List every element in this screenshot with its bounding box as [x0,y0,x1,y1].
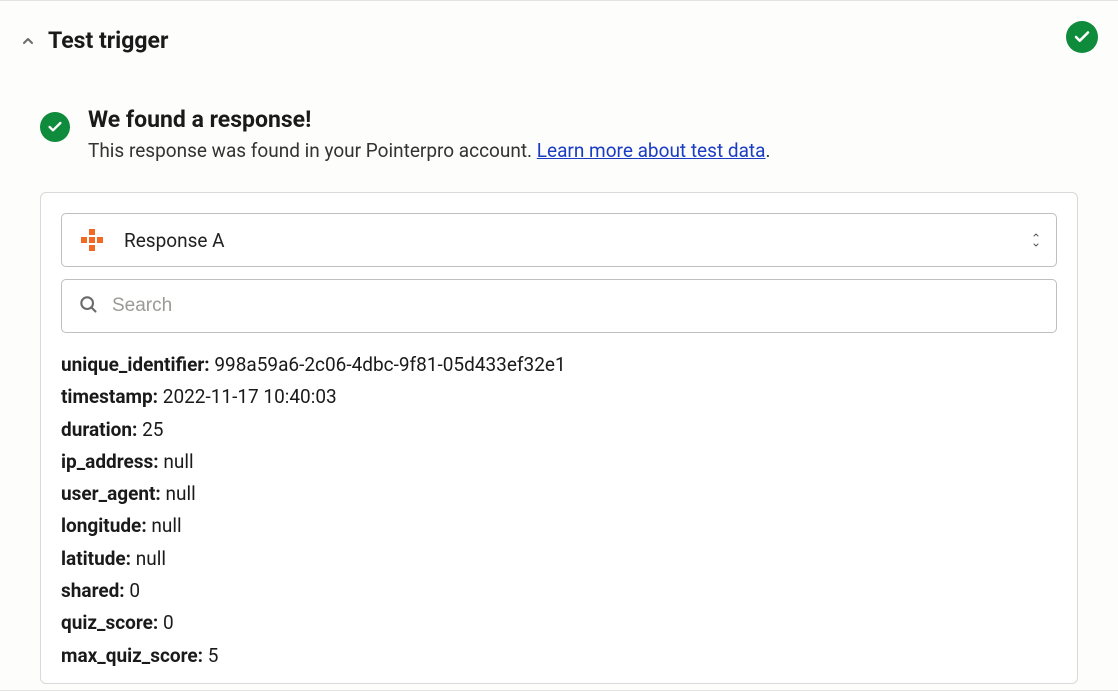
search-icon [78,294,98,318]
kv-row: custom_score: null [61,672,1033,679]
kv-row: timestamp: 2022-11-17 10:40:03 [61,381,1033,413]
kv-row: user_agent: null [61,478,1033,510]
kv-key: user_agent: [61,482,166,505]
collapse-icon[interactable] [20,33,36,49]
kv-value: null [151,514,181,537]
response-found-block: We found a response! This response was f… [40,106,1098,162]
kv-value: 998a59a6-2c06-4dbc-9f81-05d433ef32e1 [214,353,565,376]
kv-value: null [136,547,166,570]
kv-key: timestamp: [61,385,163,408]
test-trigger-panel: Test trigger We found a response! This r… [0,0,1118,691]
kv-row: unique_identifier: 998a59a6-2c06-4dbc-9f… [61,349,1033,381]
kv-value: 5 [208,644,219,667]
kv-key: quiz_score: [61,611,163,634]
kv-row: duration: 25 [61,414,1033,446]
kv-value: 25 [142,418,163,441]
kv-key: duration: [61,418,142,441]
kv-value: null [166,482,196,505]
kv-value: null [191,676,221,679]
kv-key: unique_identifier: [61,353,214,376]
pointerpro-icon [78,226,106,254]
selected-response-label: Response A [124,229,225,252]
response-data-list[interactable]: unique_identifier: 998a59a6-2c06-4dbc-9f… [61,349,1057,679]
kv-row: quiz_score: 0 [61,607,1033,639]
response-selector[interactable]: Response A [61,213,1057,267]
search-box[interactable] [61,279,1057,333]
updown-icon [1030,231,1042,249]
kv-row: max_quiz_score: 5 [61,640,1033,672]
found-subtitle-period: . [765,139,770,162]
panel-header: Test trigger [20,27,1098,54]
response-found-text: We found a response! This response was f… [88,106,771,162]
response-card: Response A unique_identifier: 998a59a6-2… [40,192,1078,684]
kv-row: ip_address: null [61,446,1033,478]
found-subtitle: This response was found in your Pointerp… [88,139,771,162]
search-input[interactable] [112,295,1040,317]
status-badge [1066,21,1098,53]
kv-value: 0 [163,611,174,634]
learn-more-link[interactable]: Learn more about test data [537,139,766,162]
kv-key: max_quiz_score: [61,644,208,667]
kv-row: latitude: null [61,543,1033,575]
kv-key: custom_score: [61,676,191,679]
kv-row: longitude: null [61,510,1033,542]
kv-key: latitude: [61,547,136,570]
check-circle-icon [1066,21,1098,53]
check-circle-icon [40,112,70,142]
kv-value: 2022-11-17 10:40:03 [163,385,337,408]
panel-title: Test trigger [48,27,168,54]
found-title: We found a response! [88,106,771,133]
kv-key: longitude: [61,514,151,537]
kv-key: ip_address: [61,450,163,473]
kv-key: shared: [61,579,129,602]
kv-value: null [163,450,193,473]
kv-value: 0 [129,579,140,602]
found-subtitle-text: This response was found in your Pointerp… [88,139,537,162]
kv-row: shared: 0 [61,575,1033,607]
